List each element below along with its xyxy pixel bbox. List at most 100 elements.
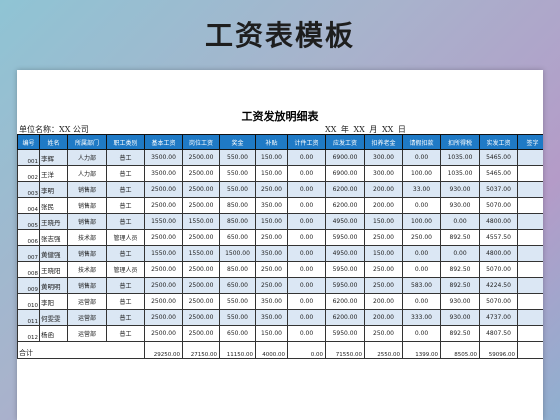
cell-id[interactable]: 004 [17,197,40,214]
cell-id[interactable]: 008 [17,261,40,278]
cell-dept[interactable]: 销售部 [67,181,107,198]
cell-dept[interactable]: 销售部 [67,245,107,262]
cell-piece[interactable]: 0.00 [287,261,326,278]
cell-gross[interactable]: 4950.00 [325,213,365,230]
cell-sign[interactable] [517,293,543,310]
total-piece[interactable]: 0.00 [287,341,326,359]
header-id[interactable]: 编号 [17,134,40,150]
total-pension[interactable]: 2550.00 [364,341,403,359]
cell-type[interactable]: 普工 [106,245,145,262]
cell-gross[interactable]: 6900.00 [325,165,365,182]
cell-post[interactable]: 2500.00 [182,309,220,326]
cell-bonus[interactable]: 550.00 [219,149,256,166]
cell-base[interactable]: 2500.00 [144,325,183,342]
cell-gross[interactable]: 5950.00 [325,261,365,278]
cell-piece[interactable]: 0.00 [287,229,326,246]
cell-tax[interactable]: 930.00 [440,309,480,326]
cell-pension[interactable]: 200.00 [364,309,403,326]
cell-id[interactable]: 002 [17,165,40,182]
cell-sign[interactable] [517,213,543,230]
cell-net[interactable]: 5070.00 [479,261,518,278]
cell-name[interactable]: 王晓丹 [39,213,68,230]
cell-bonus[interactable]: 550.00 [219,309,256,326]
cell-sign[interactable] [517,325,543,342]
total-label[interactable]: 合计 [17,341,145,359]
cell-sign[interactable] [517,309,543,326]
cell-type[interactable]: 普工 [106,309,145,326]
cell-base[interactable]: 2500.00 [144,229,183,246]
cell-pension[interactable]: 150.00 [364,245,403,262]
cell-post[interactable]: 1550.00 [182,213,220,230]
cell-post[interactable]: 2500.00 [182,325,220,342]
header-gross[interactable]: 应发工资 [325,134,365,150]
cell-name[interactable]: 黄健强 [39,245,68,262]
cell-allow[interactable]: 250.00 [255,181,288,198]
cell-sign[interactable] [517,245,543,262]
cell-piece[interactable]: 0.00 [287,213,326,230]
cell-leave[interactable]: 100.00 [402,213,441,230]
cell-sign[interactable] [517,149,543,166]
cell-allow[interactable]: 350.00 [255,309,288,326]
cell-dept[interactable]: 销售部 [67,213,107,230]
cell-pension[interactable]: 250.00 [364,229,403,246]
header-sign[interactable]: 签字 [517,134,543,150]
cell-net[interactable]: 4224.50 [479,277,518,294]
total-tax[interactable]: 8505.00 [440,341,480,359]
cell-piece[interactable]: 0.00 [287,277,326,294]
total-gross[interactable]: 71550.00 [325,341,365,359]
cell-post[interactable]: 2500.00 [182,293,220,310]
cell-name[interactable]: 王晓阳 [39,261,68,278]
cell-dept[interactable]: 人力部 [67,165,107,182]
cell-dept[interactable]: 运营部 [67,293,107,310]
cell-post[interactable]: 2500.00 [182,277,220,294]
cell-pension[interactable]: 250.00 [364,277,403,294]
cell-bonus[interactable]: 550.00 [219,181,256,198]
header-leave[interactable]: 请假扣款 [402,134,441,150]
cell-bonus[interactable]: 1500.00 [219,245,256,262]
cell-gross[interactable]: 6200.00 [325,197,365,214]
cell-id[interactable]: 009 [17,277,40,294]
cell-net[interactable]: 4807.50 [479,325,518,342]
cell-piece[interactable]: 0.00 [287,181,326,198]
cell-id[interactable]: 007 [17,245,40,262]
cell-allow[interactable]: 250.00 [255,261,288,278]
header-name[interactable]: 姓名 [39,134,68,150]
cell-allow[interactable]: 350.00 [255,197,288,214]
cell-net[interactable]: 4800.00 [479,245,518,262]
cell-tax[interactable]: 892.50 [440,325,480,342]
cell-base[interactable]: 2500.00 [144,197,183,214]
cell-piece[interactable]: 0.00 [287,325,326,342]
header-pension[interactable]: 扣养老金 [364,134,403,150]
cell-piece[interactable]: 0.00 [287,149,326,166]
header-net[interactable]: 实发工资 [479,134,518,150]
cell-sign[interactable] [517,181,543,198]
cell-net[interactable]: 5037.00 [479,181,518,198]
cell-base[interactable]: 2500.00 [144,261,183,278]
header-piece[interactable]: 计件工资 [287,134,326,150]
cell-name[interactable]: 黄明明 [39,277,68,294]
cell-leave[interactable]: 0.00 [402,293,441,310]
cell-leave[interactable]: 250.00 [402,229,441,246]
cell-bonus[interactable]: 650.00 [219,325,256,342]
cell-type[interactable]: 普工 [106,165,145,182]
cell-piece[interactable]: 0.00 [287,245,326,262]
cell-dept[interactable]: 运营部 [67,325,107,342]
cell-name[interactable]: 何雯雯 [39,309,68,326]
cell-tax[interactable]: 1035.00 [440,149,480,166]
cell-gross[interactable]: 4950.00 [325,245,365,262]
total-base[interactable]: 29250.00 [144,341,183,359]
total-net[interactable]: 59096.00 [479,341,518,359]
cell-bonus[interactable]: 650.00 [219,277,256,294]
cell-base[interactable]: 2500.00 [144,181,183,198]
cell-pension[interactable]: 250.00 [364,325,403,342]
cell-net[interactable]: 5070.00 [479,293,518,310]
cell-dept[interactable]: 销售部 [67,197,107,214]
cell-allow[interactable]: 250.00 [255,229,288,246]
cell-leave[interactable]: 0.00 [402,245,441,262]
cell-bonus[interactable]: 650.00 [219,229,256,246]
cell-tax[interactable]: 892.50 [440,277,480,294]
cell-name[interactable]: 李明 [39,181,68,198]
cell-net[interactable]: 4800.00 [479,213,518,230]
cell-allow[interactable]: 350.00 [255,245,288,262]
cell-name[interactable]: 李辉 [39,149,68,166]
